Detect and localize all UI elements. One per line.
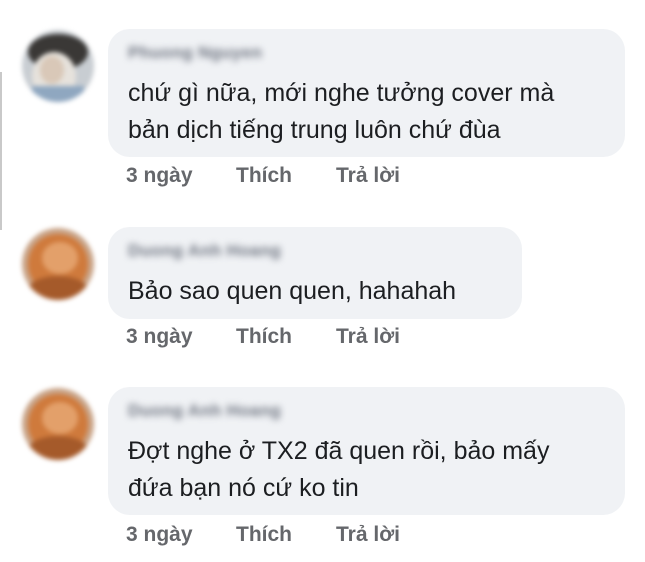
comment-timestamp[interactable]: 3 ngày bbox=[126, 164, 193, 188]
reply-button[interactable]: Trả lời bbox=[336, 164, 400, 188]
reply-button[interactable]: Trả lời bbox=[336, 523, 400, 547]
comment-author[interactable]: Duong Anh Hoang bbox=[128, 241, 281, 261]
like-button[interactable]: Thích bbox=[236, 164, 292, 188]
comment-text-line: đứa bạn nó cứ ko tin bbox=[128, 474, 359, 502]
comment-timestamp[interactable]: 3 ngày bbox=[126, 325, 193, 349]
avatar-photo bbox=[22, 228, 94, 300]
avatar-photo bbox=[22, 388, 94, 460]
comment-bubble: Duong Anh Hoang Bảo sao quen quen, hahah… bbox=[108, 227, 522, 319]
like-button[interactable]: Thích bbox=[236, 325, 292, 349]
comment-text-line: chứ gì nữa, mới nghe tưởng cover mà bbox=[128, 79, 555, 107]
like-button[interactable]: Thích bbox=[236, 523, 292, 547]
comment-text-line: bản dịch tiếng trung luôn chứ đùa bbox=[128, 116, 501, 144]
comment-author[interactable]: Duong Anh Hoang bbox=[128, 401, 281, 421]
avatar[interactable] bbox=[22, 30, 94, 102]
avatar[interactable] bbox=[22, 388, 94, 460]
comment-thread: Phuong Nguyen chứ gì nữa, mới nghe tưởng… bbox=[0, 0, 645, 562]
comment-text-line: Đợt nghe ở TX2 đã quen rồi, bảo mấy bbox=[128, 437, 550, 465]
comment-text-line: Bảo sao quen quen, hahahah bbox=[128, 277, 457, 305]
comment-author[interactable]: Phuong Nguyen bbox=[128, 43, 262, 63]
avatar[interactable] bbox=[22, 228, 94, 300]
comment-timestamp[interactable]: 3 ngày bbox=[126, 523, 193, 547]
reply-button[interactable]: Trả lời bbox=[336, 325, 400, 349]
avatar-photo bbox=[22, 30, 94, 102]
comment-bubble: Phuong Nguyen chứ gì nữa, mới nghe tưởng… bbox=[108, 29, 625, 157]
scroll-indicator bbox=[0, 72, 2, 230]
comment-bubble: Duong Anh Hoang Đợt nghe ở TX2 đã quen r… bbox=[108, 387, 625, 515]
